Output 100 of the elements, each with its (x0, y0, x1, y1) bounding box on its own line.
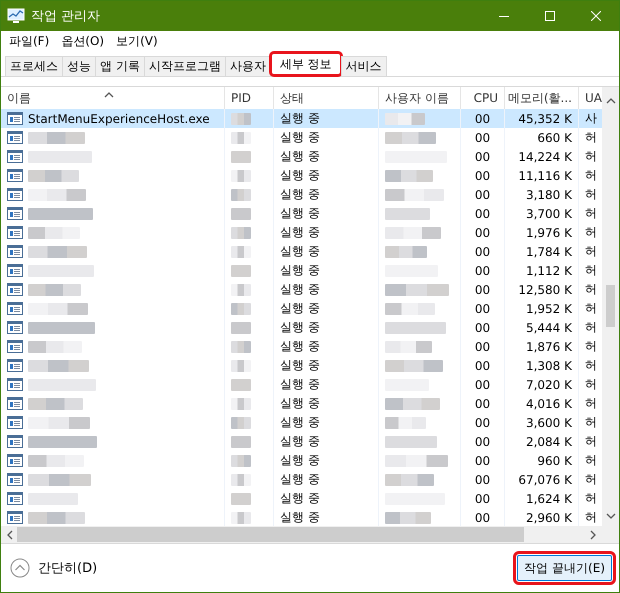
table-cell: 12,580 K (518, 282, 572, 296)
window-icon (7, 283, 23, 296)
tab[interactable]: 앱 기록 (95, 56, 145, 76)
blurred-text (231, 246, 251, 258)
table-cell: 00 (474, 492, 490, 506)
window-icon (7, 302, 23, 315)
blurred-text (28, 340, 82, 352)
table-cell: 960 K (537, 454, 572, 468)
table-row[interactable]: 실행 중 00 3,180 K 허 (1, 185, 602, 204)
blurred-text (231, 302, 251, 314)
tab[interactable]: 세부 정보 (270, 52, 342, 76)
table-row[interactable]: 실행 중 00 1,112 K 허 (1, 261, 602, 280)
table-cell: 11,116 K (518, 168, 572, 182)
table-row[interactable]: 실행 중 00 1,876 K 허 (1, 337, 602, 356)
table-row[interactable]: 실행 중 00 67,076 K 허 (1, 470, 602, 489)
blurred-text (231, 226, 251, 238)
table-cell: 허 (585, 186, 597, 203)
table-cell: 45,352 K (518, 112, 572, 126)
table-cell: 00 (474, 378, 490, 392)
table-row[interactable]: 실행 중 00 14,224 K 허 (1, 147, 602, 166)
window-icon (7, 131, 23, 144)
table-cell: 실행 중 (280, 224, 320, 241)
blurred-text (231, 436, 251, 448)
vertical-scrollbar[interactable] (602, 87, 619, 526)
blurred-text (28, 302, 88, 314)
blurred-text (385, 208, 430, 220)
table-cell: 00 (474, 302, 490, 316)
table-cell: 1,624 K (526, 492, 572, 506)
table-row[interactable]: 실행 중 00 2,084 K 허 (1, 432, 602, 451)
table-row[interactable]: 실행 중 00 3,600 K 허 (1, 413, 602, 432)
scroll-down-icon (606, 513, 616, 519)
table-row[interactable]: 실행 중 00 7,020 K 허 (1, 375, 602, 394)
table-cell: 00 (474, 188, 490, 202)
tab[interactable]: 서비스 (340, 56, 387, 76)
table-row[interactable]: 실행 중 00 5,444 K 허 (1, 318, 602, 337)
table-cell: 2,960 K (526, 510, 572, 524)
tab[interactable]: 성능 (62, 56, 96, 76)
blurred-text (385, 226, 441, 238)
table-row[interactable]: 실행 중 00 1,784 K 허 (1, 242, 602, 261)
table-cell: 실행 중 (280, 148, 320, 165)
table-cell: StartMenuExperienceHost.exe (28, 112, 210, 126)
table-row[interactable]: 실행 중 00 960 K 허 (1, 451, 602, 470)
table-cell: 허 (585, 395, 597, 412)
table-cell: 00 (474, 264, 490, 278)
blurred-text (385, 340, 432, 352)
table-row[interactable]: 실행 중 00 3,700 K 허 (1, 204, 602, 223)
scrollbar-thumb[interactable] (606, 285, 615, 327)
table-row[interactable]: 실행 중 00 1,308 K 허 (1, 356, 602, 375)
table-cell: 5,444 K (526, 320, 572, 334)
table-cell: 실행 중 (280, 167, 320, 184)
maximize-icon (545, 11, 555, 21)
menu-item[interactable]: 보기(V) (112, 33, 162, 50)
table-cell: 660 K (537, 130, 572, 144)
menu-item[interactable]: 파일(F) (5, 33, 54, 50)
tab[interactable]: 사용자 (224, 56, 271, 76)
window-icon (7, 226, 23, 239)
blurred-text (231, 512, 251, 524)
table-cell: 00 (474, 510, 490, 524)
blurred-text (28, 246, 87, 258)
table-cell: 7,020 K (526, 378, 572, 392)
table-row[interactable]: 실행 중 00 1,952 K 허 (1, 299, 602, 318)
table-row[interactable]: StartMenuExperienceHost.exe 실행 중 00 45,352 K 사 (1, 109, 602, 128)
table-row[interactable]: 실행 중 00 1,624 K 허 (1, 489, 602, 508)
blurred-text (28, 398, 83, 410)
blurred-text (28, 416, 90, 428)
table-row[interactable]: 실행 중 00 660 K 허 (1, 128, 602, 147)
table-cell: 1,784 K (526, 244, 572, 258)
horizontal-scrollbar[interactable] (1, 526, 619, 543)
table-row[interactable]: 실행 중 00 1,976 K 허 (1, 223, 602, 242)
blurred-text (231, 454, 251, 466)
window-icon (7, 340, 23, 353)
tab[interactable]: 시작프로그램 (144, 56, 226, 76)
table-row[interactable]: 실행 중 00 4,016 K 허 (1, 394, 602, 413)
blurred-text (385, 360, 443, 372)
table-cell: 00 (474, 340, 490, 354)
table-cell: 실행 중 (280, 110, 320, 127)
blurred-text (385, 284, 449, 296)
table-cell: 00 (474, 472, 490, 486)
table-cell: 실행 중 (280, 357, 320, 374)
table-row[interactable]: 실행 중 00 12,580 K 허 (1, 280, 602, 299)
blurred-text (28, 474, 91, 486)
window-icon (7, 416, 23, 429)
tab[interactable]: 프로세스 (5, 56, 63, 76)
fewer-details-button[interactable]: 간단히(D) (10, 558, 98, 578)
table-cell: 허 (585, 129, 597, 146)
table-row[interactable]: 실행 중 00 11,116 K 허 (1, 166, 602, 185)
menu-item[interactable]: 옵션(O) (57, 33, 108, 50)
blurred-text (231, 188, 251, 200)
table-cell: 2,084 K (526, 434, 572, 448)
table-cell: 00 (474, 434, 490, 448)
table-cell: 실행 중 (280, 471, 320, 488)
scrollbar-thumb[interactable] (17, 527, 524, 542)
table-cell: 실행 중 (280, 319, 320, 336)
window-icon (7, 454, 23, 467)
table-cell: 실행 중 (280, 490, 320, 507)
table-cell: 00 (474, 244, 490, 258)
blurred-text (231, 378, 251, 390)
table-cell: 허 (585, 452, 597, 469)
table-cell: 실행 중 (280, 376, 320, 393)
table-cell: 허 (585, 319, 597, 336)
